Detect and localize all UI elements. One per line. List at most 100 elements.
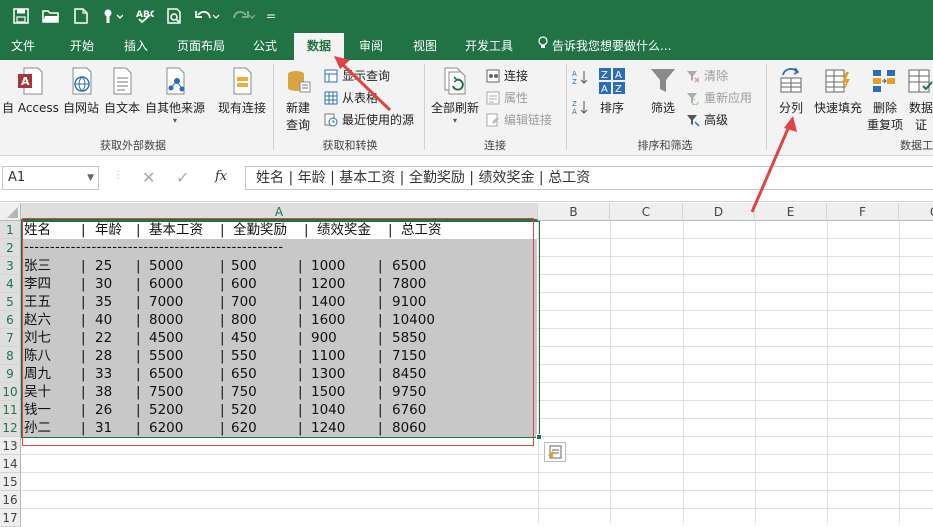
row-header[interactable]: 6 <box>0 311 21 329</box>
svg-text:Z: Z <box>615 84 622 95</box>
name-box[interactable]: A1 ▼ <box>2 166 99 190</box>
from-access-button[interactable]: A 自 Access <box>2 66 59 116</box>
tab-page-layout[interactable]: 页面布局 <box>168 33 234 60</box>
data-validation-button[interactable]: 数据 证 <box>906 66 933 133</box>
column-header-B[interactable]: B <box>538 203 610 221</box>
remove-duplicates-button[interactable]: 删除 重复项 <box>866 66 904 133</box>
from-text-button[interactable]: 自文本 <box>102 66 142 116</box>
remove-duplicates-icon <box>871 66 899 96</box>
refresh-all-button[interactable]: 全部刷新 ▾ <box>428 66 482 126</box>
row-header[interactable]: 8 <box>0 347 21 365</box>
ribbon-tabs: 文件 开始 插入 页面布局 公式 数据 审阅 视图 开发工具 告诉我您想要做什么… <box>0 33 933 60</box>
advanced-filter-button[interactable]: 高级 <box>686 110 728 130</box>
select-all-corner[interactable] <box>0 203 21 221</box>
text-document-icon <box>108 66 136 96</box>
from-table-button[interactable]: 从表格 <box>324 88 378 108</box>
row-header[interactable]: 1 <box>0 221 21 239</box>
quick-analysis-icon <box>548 445 562 459</box>
gridline <box>21 508 933 509</box>
from-web-button[interactable]: 自网站 <box>62 66 100 116</box>
tab-formulas[interactable]: 公式 <box>240 33 290 60</box>
tab-insert[interactable]: 插入 <box>110 33 162 60</box>
globe-document-icon <box>67 66 95 96</box>
row-header[interactable]: 14 <box>0 455 21 473</box>
tab-home[interactable]: 开始 <box>56 33 108 60</box>
quick-analysis-button[interactable] <box>544 442 566 462</box>
flash-fill-icon <box>824 66 852 96</box>
gridline <box>21 454 933 455</box>
row-header[interactable]: 10 <box>0 383 21 401</box>
row-header[interactable]: 9 <box>0 365 21 383</box>
tab-developer[interactable]: 开发工具 <box>456 33 522 60</box>
row-header[interactable]: 17 <box>0 509 21 527</box>
column-header-F[interactable]: F <box>827 203 899 221</box>
remove-duplicates-label-2: 重复项 <box>866 118 903 132</box>
row-header[interactable]: 11 <box>0 401 21 419</box>
column-header-D[interactable]: D <box>683 203 755 221</box>
show-query-button[interactable]: 显示查询 <box>324 66 390 86</box>
flash-fill-button[interactable]: 快速填充 <box>812 66 864 116</box>
row-header[interactable]: 13 <box>0 437 21 455</box>
existing-connections-icon <box>228 66 256 96</box>
sort-button[interactable]: ZAAZ 排序 <box>596 66 628 116</box>
new-document-icon[interactable] <box>70 6 92 26</box>
gridline <box>683 221 684 524</box>
annotation-red-box <box>22 218 534 446</box>
tab-data[interactable]: 数据 <box>294 33 344 60</box>
from-table-label: 从表格 <box>342 91 379 105</box>
svg-text:Z: Z <box>601 70 608 81</box>
save-icon[interactable] <box>10 6 32 26</box>
new-query-label-1: 新建 <box>285 101 310 115</box>
data-validation-label-2: 证 <box>914 118 927 132</box>
text-to-columns-label: 分列 <box>778 101 803 115</box>
column-header-E[interactable]: E <box>755 203 827 221</box>
row-header[interactable]: 2 <box>0 239 21 257</box>
name-box-value: A1 <box>8 170 26 185</box>
recent-sources-button[interactable]: 最近使用的源 <box>324 110 414 130</box>
column-header-G[interactable]: G <box>899 203 933 221</box>
recent-sources-label: 最近使用的源 <box>342 113 415 127</box>
filter-button[interactable]: 筛选 <box>646 66 680 116</box>
name-box-dropdown-icon[interactable]: ▼ <box>87 167 94 189</box>
row-header[interactable]: 16 <box>0 491 21 509</box>
touch-mode-icon[interactable] <box>98 6 126 26</box>
fill-handle[interactable] <box>536 434 542 440</box>
from-other-sources-button[interactable]: 自其他来源 ▾ <box>144 66 206 126</box>
existing-connections-button[interactable]: 现有连接 <box>214 66 270 116</box>
insert-function-icon[interactable]: fx <box>215 169 227 184</box>
row-header[interactable]: 7 <box>0 329 21 347</box>
svg-text:A: A <box>21 75 30 88</box>
tab-file[interactable]: 文件 <box>0 33 46 60</box>
enter-check-icon[interactable]: ✓ <box>176 168 189 187</box>
spelling-check-icon[interactable]: ABC <box>134 6 156 26</box>
redo-icon <box>228 6 258 26</box>
row-header[interactable]: 3 <box>0 257 21 275</box>
connections-button[interactable]: 连接 <box>486 66 528 86</box>
cancel-icon[interactable]: ✕ <box>142 168 155 187</box>
column-header-C[interactable]: C <box>610 203 683 221</box>
row-header[interactable]: 4 <box>0 275 21 293</box>
sort-ascending-button[interactable]: AZ <box>572 69 592 91</box>
formula-input[interactable]: 姓名 | 年龄 | 基本工资 | 全勤奖励 | 绩效奖金 | 总工资 <box>245 166 933 190</box>
clear-filter-icon <box>686 69 700 83</box>
undo-icon[interactable] <box>192 6 222 26</box>
new-query-button[interactable]: 新建 查询 <box>278 66 318 133</box>
refresh-all-icon <box>441 66 469 96</box>
sort-descending-button[interactable]: ZA <box>572 99 592 121</box>
refresh-all-label: 全部刷新 <box>430 101 479 115</box>
edit-links-label: 编辑链接 <box>504 113 553 127</box>
tell-me-box[interactable]: 告诉我您想要做什么... <box>538 33 688 60</box>
text-to-columns-button[interactable]: 分列 <box>774 66 808 116</box>
customize-qat-icon[interactable]: = <box>264 6 278 26</box>
row-header[interactable]: 15 <box>0 473 21 491</box>
sort-za-icon: ZA <box>572 99 590 121</box>
sort-az-icon: AZ <box>572 69 590 91</box>
tab-review[interactable]: 审阅 <box>346 33 396 60</box>
text-to-columns-icon <box>777 66 805 96</box>
row-header[interactable]: 12 <box>0 419 21 437</box>
open-folder-icon[interactable] <box>40 6 62 26</box>
existing-connections-label: 现有连接 <box>217 101 266 115</box>
row-header[interactable]: 5 <box>0 293 21 311</box>
tab-view[interactable]: 视图 <box>400 33 450 60</box>
print-preview-icon[interactable] <box>164 6 186 26</box>
